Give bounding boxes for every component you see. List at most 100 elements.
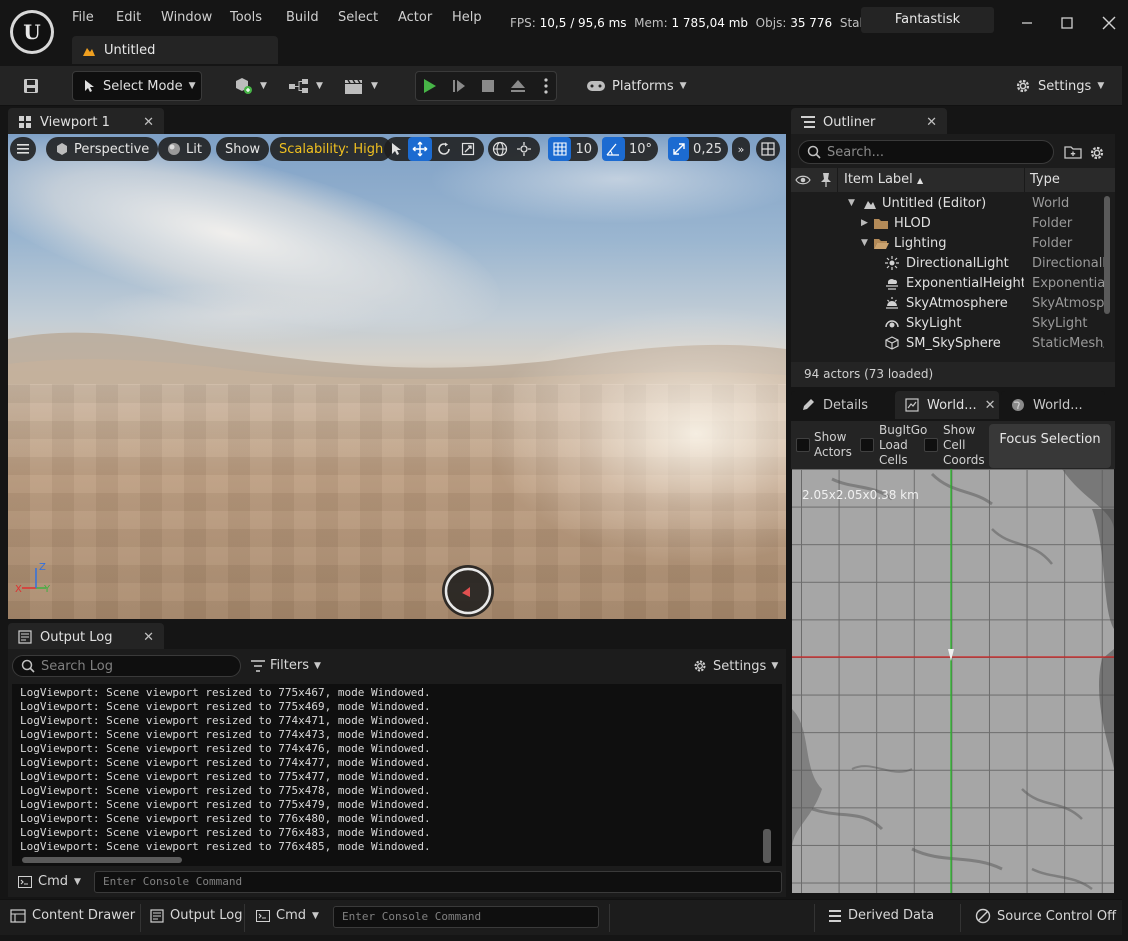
scale-snap-toggle[interactable]: 0,25 <box>668 137 728 161</box>
status-console-input[interactable]: Enter Console Command <box>333 906 599 928</box>
move-tool-icon[interactable] <box>408 137 432 161</box>
outliner-row-sm-skysphere[interactable]: SM_SkySphere StaticMesh/ <box>791 333 1104 353</box>
outliner-tab-label: Outliner <box>823 114 876 130</box>
select-tool-icon[interactable] <box>384 137 408 161</box>
tab-details[interactable]: Details <box>791 391 895 419</box>
menu-build[interactable]: Build <box>286 10 319 25</box>
select-mode-dropdown[interactable]: Select Mode ▼ <box>72 71 202 101</box>
outliner-row-directional-light[interactable]: DirectionalLight DirectionalL <box>791 253 1104 273</box>
expand-arrow-icon[interactable]: ▼ <box>848 198 855 208</box>
play-icon[interactable] <box>416 74 442 98</box>
world-partition-map[interactable] <box>792 469 1114 893</box>
derived-data-icon <box>828 909 842 923</box>
show-dropdown[interactable]: Show <box>216 137 270 161</box>
outliner-row-world[interactable]: ▼ Untitled (Editor) World <box>791 193 1101 213</box>
log-output[interactable]: LogViewport: Scene viewport resized to 7… <box>12 684 782 866</box>
menu-select[interactable]: Select <box>338 10 378 25</box>
expand-arrow-icon[interactable]: ▼ <box>861 238 868 248</box>
stop-icon[interactable] <box>476 74 500 98</box>
status-cmd-dropdown[interactable]: Cmd ▼ <box>256 908 319 923</box>
rotation-snap-toggle[interactable]: 10° <box>602 137 658 161</box>
column-divider <box>1024 168 1025 192</box>
menu-actor[interactable]: Actor <box>398 10 432 25</box>
menu-edit[interactable]: Edit <box>116 10 141 25</box>
chevron-down-icon: ▼ <box>316 81 323 91</box>
more-tools-button[interactable]: » <box>732 137 750 161</box>
add-folder-icon[interactable] <box>1064 144 1082 160</box>
log-settings-dropdown[interactable]: Settings ▼ <box>692 658 778 674</box>
output-log-button[interactable]: Output Log <box>150 908 243 923</box>
settings-dropdown[interactable]: Settings ▼ <box>1014 71 1104 101</box>
main-toolbar: Select Mode ▼ ▼ ▼ ▼ Platforms ▼ Settings… <box>0 66 1122 106</box>
outliner-row-hlod[interactable]: ▶ HLOD Folder <box>791 213 1101 233</box>
viewport-layout-button[interactable] <box>756 137 780 161</box>
sphere-icon <box>167 142 181 156</box>
tab-world-partition[interactable]: World... ✕ <box>895 391 999 419</box>
source-control-button[interactable]: Source Control Off <box>975 908 1116 924</box>
log-cmd-dropdown[interactable]: Cmd ▼ <box>18 874 81 889</box>
player-start-icon[interactable] <box>440 563 496 619</box>
rotate-tool-icon[interactable] <box>432 137 456 161</box>
close-icon[interactable]: ✕ <box>985 398 996 413</box>
menu-help[interactable]: Help <box>452 10 482 25</box>
tab-output-log[interactable]: Output Log ✕ <box>8 623 164 651</box>
outliner-settings-icon[interactable] <box>1088 144 1106 162</box>
add-actor-button[interactable]: ▼ <box>232 71 270 101</box>
show-actors-checkbox[interactable] <box>796 438 810 452</box>
outliner-search-input[interactable]: Search... <box>798 140 1054 164</box>
outliner-row-exp-height-fog[interactable]: ExponentialHeightFo Exponential <box>791 273 1104 293</box>
menu-tools[interactable]: Tools <box>230 10 262 25</box>
scale-tool-icon[interactable] <box>456 137 480 161</box>
tab-viewport-1[interactable]: Viewport 1 ✕ <box>8 108 164 136</box>
surface-snap-icon[interactable] <box>512 137 536 161</box>
cinematics-button[interactable]: ▼ <box>343 71 381 101</box>
unreal-logo-icon[interactable]: U <box>10 10 54 54</box>
close-icon[interactable]: ✕ <box>143 630 154 645</box>
viewport-menu-button[interactable] <box>10 137 36 161</box>
show-cell-coords-checkbox[interactable] <box>924 438 938 452</box>
log-vertical-scrollbar[interactable] <box>763 829 771 863</box>
scalability-indicator[interactable]: Scalability: High <box>270 137 393 161</box>
filters-dropdown[interactable]: Filters ▼ <box>251 658 321 673</box>
menu-window[interactable]: Window <box>161 10 212 25</box>
bugitgo-checkbox[interactable] <box>860 438 874 452</box>
focus-selection-button[interactable]: Focus Selection <box>989 424 1111 468</box>
col-item-label[interactable]: Item Label ▲ <box>844 172 923 187</box>
log-horizontal-scrollbar[interactable] <box>22 857 182 863</box>
document-tab[interactable]: Untitled <box>72 36 278 64</box>
open-folder-icon <box>873 237 889 250</box>
step-frame-icon[interactable] <box>448 74 470 98</box>
derived-data-button[interactable]: Derived Data <box>828 908 934 923</box>
save-button[interactable] <box>18 71 44 101</box>
col-type[interactable]: Type <box>1030 172 1060 187</box>
perspective-dropdown[interactable]: Perspective <box>46 137 159 161</box>
close-icon[interactable]: ✕ <box>926 115 937 130</box>
blueprint-button[interactable]: ▼ <box>288 71 326 101</box>
close-window-icon[interactable] <box>1098 12 1120 34</box>
close-icon[interactable]: ✕ <box>143 115 154 130</box>
expand-arrow-icon[interactable]: ▶ <box>861 218 868 228</box>
platforms-dropdown[interactable]: Platforms ▼ <box>586 71 687 101</box>
lit-mode-dropdown[interactable]: Lit <box>158 137 211 161</box>
outliner-header: Item Label ▲ Type <box>791 168 1115 192</box>
grid-snap-toggle[interactable]: 10 <box>548 137 598 161</box>
maximize-icon[interactable] <box>1056 12 1078 34</box>
content-drawer-button[interactable]: Content Drawer <box>10 908 135 923</box>
eject-icon[interactable] <box>506 74 530 98</box>
more-options-icon[interactable] <box>536 74 556 98</box>
tab-outliner[interactable]: Outliner ✕ <box>791 108 947 136</box>
visibility-eye-icon[interactable] <box>795 172 811 188</box>
tab-world-settings[interactable]: World... <box>1001 391 1105 419</box>
log-console-input[interactable]: Enter Console Command <box>94 871 782 893</box>
outliner-row-sky-atmosphere[interactable]: SkyAtmosphere SkyAtmosp <box>791 293 1104 313</box>
log-search-input[interactable]: Search Log <box>12 655 241 677</box>
minimize-icon[interactable] <box>1016 12 1038 34</box>
menu-file[interactable]: File <box>72 10 94 25</box>
outliner-row-lighting[interactable]: ▼ Lighting Folder <box>791 233 1101 253</box>
outliner-scrollbar[interactable] <box>1104 196 1110 314</box>
outliner-row-sky-light[interactable]: SkyLight SkyLight <box>791 313 1101 333</box>
row-type: SkyLight <box>1032 315 1088 331</box>
level-viewport[interactable] <box>8 134 786 619</box>
pin-icon[interactable] <box>819 172 833 188</box>
world-coords-icon[interactable] <box>488 137 512 161</box>
